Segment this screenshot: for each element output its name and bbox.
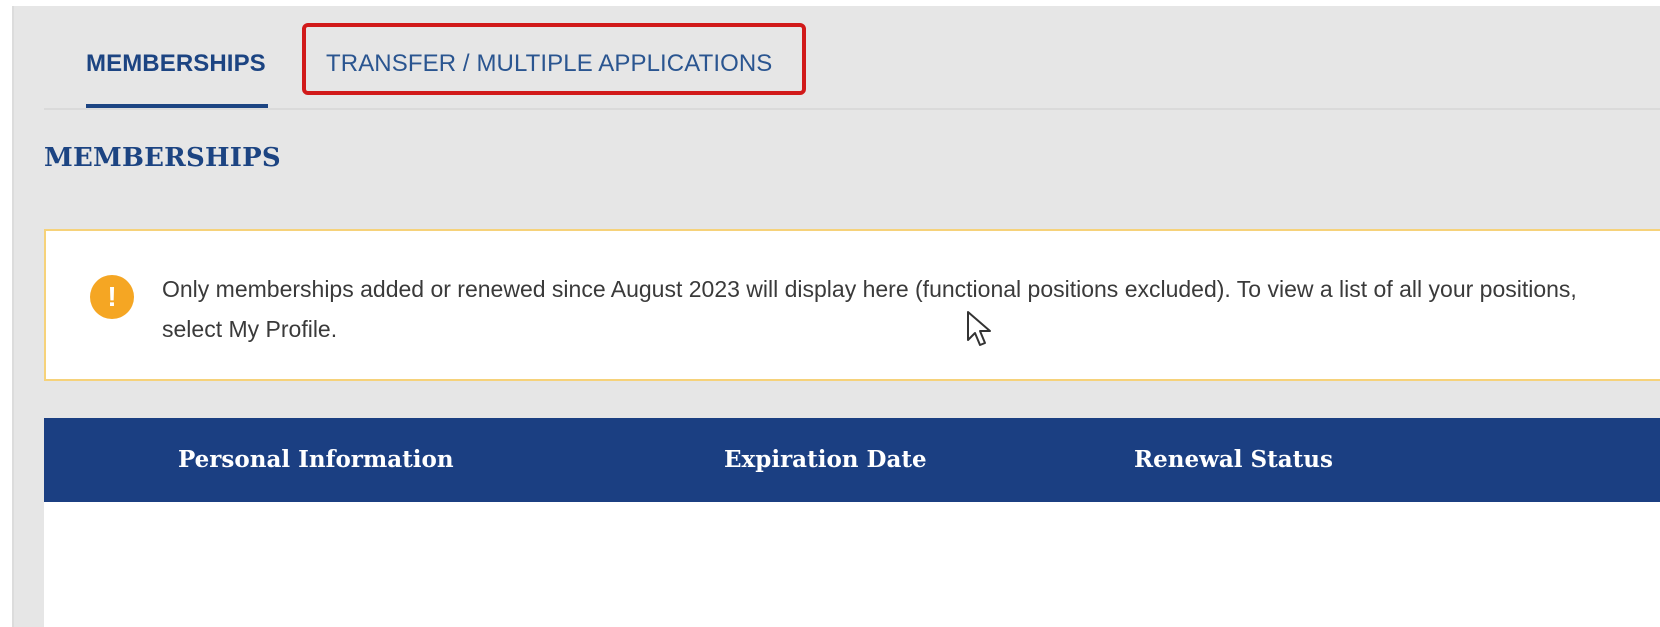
mouse-cursor-icon xyxy=(967,311,991,346)
column-header-renewal-status[interactable]: Renewal Status xyxy=(1134,446,1333,473)
page-frame: MEMBERSHIPS TRANSFER / MULTIPLE APPLICAT… xyxy=(12,6,1660,627)
notice-text: Only memberships added or renewed since … xyxy=(162,276,1577,342)
memberships-table: Personal Information Expiration Date Ren… xyxy=(44,418,1660,627)
tab-bar-divider xyxy=(44,108,1660,110)
table-header: Personal Information Expiration Date Ren… xyxy=(44,418,1660,502)
section-title: MEMBERSHIPS xyxy=(44,143,281,173)
exclamation-icon: ! xyxy=(90,275,134,319)
info-notice: ! Only memberships added or renewed sinc… xyxy=(44,229,1660,381)
tab-bar: MEMBERSHIPS TRANSFER / MULTIPLE APPLICAT… xyxy=(44,6,1660,110)
tab-memberships[interactable]: MEMBERSHIPS xyxy=(86,50,266,78)
column-header-personal-information[interactable]: Personal Information xyxy=(178,446,454,473)
tab-transfer-multiple-applications[interactable]: TRANSFER / MULTIPLE APPLICATIONS xyxy=(326,50,772,78)
column-header-expiration-date[interactable]: Expiration Date xyxy=(724,446,927,473)
